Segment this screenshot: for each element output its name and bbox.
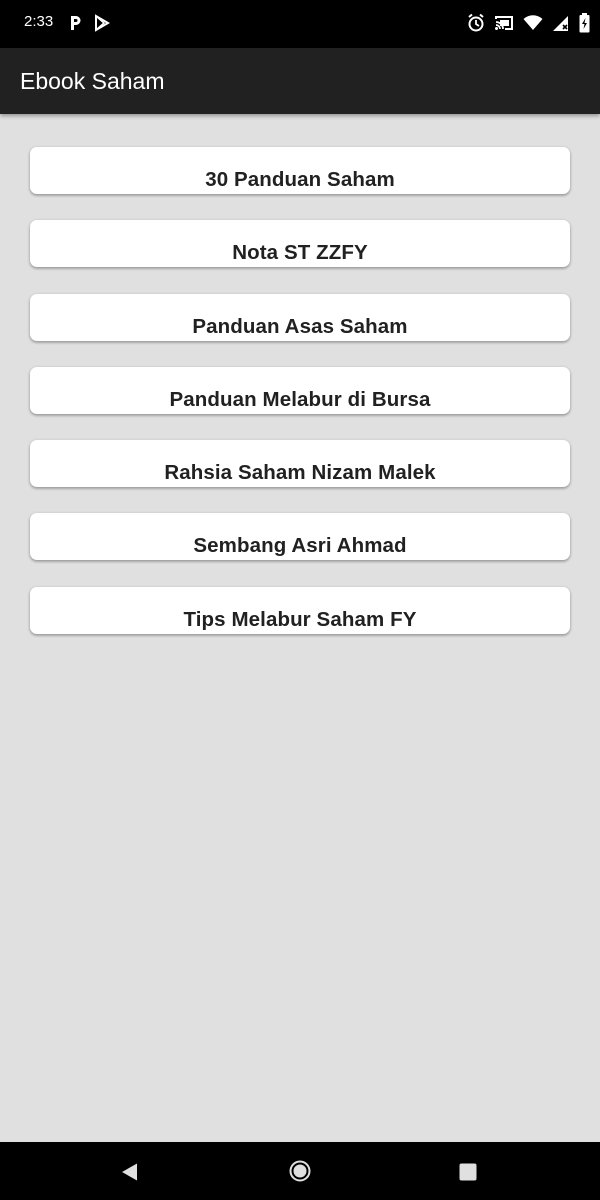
play-store-icon (94, 14, 110, 32)
ebook-button-label: Panduan Asas Saham (192, 314, 408, 338)
cast-icon (494, 14, 514, 32)
ebook-button-panduan-asas-saham[interactable]: Panduan Asas Saham (30, 293, 570, 341)
ebook-button-label: Sembang Asri Ahmad (193, 534, 407, 558)
ebook-button-label: 30 Panduan Saham (205, 168, 395, 191)
parking-icon (68, 14, 82, 32)
ebook-button-rahsia-saham-nizam-malek[interactable]: Rahsia Saham Nizam Malek (30, 440, 570, 488)
recents-icon[interactable] (458, 1162, 478, 1187)
ebook-button-sembang-asri-ahmad[interactable]: Sembang Asri Ahmad (30, 513, 570, 561)
signal-icon (552, 14, 570, 32)
status-bar: 2:33 (0, 0, 600, 48)
status-left-icons (68, 14, 110, 32)
ebook-button-tips-melabur-saham-fy[interactable]: Tips Melabur Saham FY (30, 586, 570, 634)
battery-icon (579, 13, 590, 33)
ebook-button-label: Tips Melabur Saham FY (183, 607, 417, 631)
back-icon[interactable] (120, 1162, 140, 1187)
ebook-button-nota-st-zzfy[interactable]: Nota ST ZZFY (30, 220, 570, 268)
ebook-button-30-panduan-saham[interactable]: 30 Panduan Saham (30, 147, 570, 194)
ebook-button-label: Rahsia Saham Nizam Malek (164, 461, 436, 485)
app-title: Ebook Saham (20, 68, 165, 94)
status-time: 2:33 (24, 13, 54, 30)
alarm-icon (467, 13, 485, 33)
ebook-list: 30 Panduan Saham Nota ST ZZFY Panduan As… (30, 147, 570, 660)
ebook-button-label: Nota ST ZZFY (232, 241, 368, 265)
ebook-button-panduan-melabur-di-bursa[interactable]: Panduan Melabur di Bursa (30, 366, 570, 414)
status-right-icons (467, 13, 590, 33)
wifi-icon (523, 14, 543, 32)
app-bar: Ebook Saham (0, 48, 600, 114)
navigation-bar (0, 1142, 600, 1200)
home-icon[interactable] (289, 1160, 311, 1187)
ebook-button-label: Panduan Melabur di Bursa (169, 387, 431, 411)
